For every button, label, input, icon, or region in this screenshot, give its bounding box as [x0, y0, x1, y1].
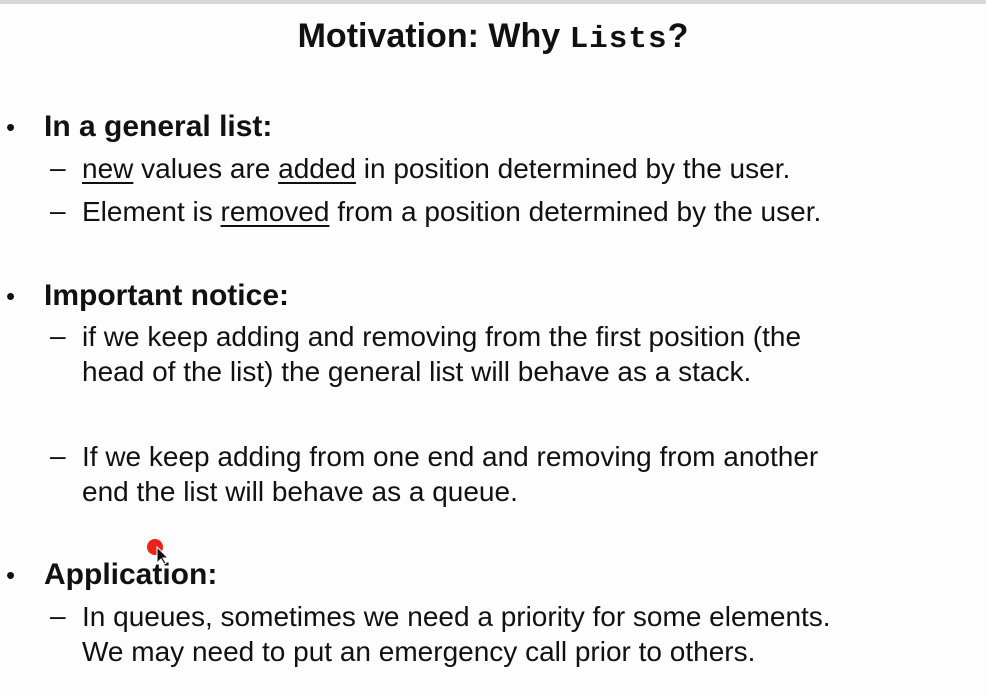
text-segment: from a position determined by the user.: [329, 196, 822, 227]
title-prefix: Motivation: Why: [297, 17, 570, 55]
bullet-marker: •: [6, 560, 16, 590]
sub-item-line: head of the list) the general list will …: [82, 356, 752, 387]
text-segment: Element is: [82, 196, 221, 227]
sub-item-line: end the list will behave as a queue.: [82, 476, 518, 507]
bullet-heading: Important notice:: [44, 279, 289, 312]
text-segment: added: [278, 153, 356, 184]
sub-item-line: new values are added in position determi…: [82, 151, 982, 186]
top-border: [0, 0, 986, 4]
bullet-marker: •: [6, 281, 16, 311]
sub-dash: –: [50, 320, 66, 351]
slide: Motivation: Why Lists? • In a general li…: [0, 0, 986, 695]
mouse-pointer-icon: [147, 539, 170, 564]
text-segment: values are: [133, 153, 279, 184]
sub-item-text: if we keep adding and removing from the …: [82, 319, 982, 389]
sub-dash: –: [50, 440, 66, 471]
bullet-marker: •: [6, 112, 16, 142]
sub-item-line: if we keep adding and removing from the …: [82, 321, 802, 352]
sub-item-line: In queues, sometimes we need a priority …: [82, 601, 831, 632]
title-suffix: ?: [667, 17, 689, 55]
title-code: Lists: [569, 22, 668, 57]
sub-dash: –: [50, 600, 66, 631]
text-segment: removed: [220, 196, 330, 227]
text-segment: in position determined by the user.: [356, 153, 791, 184]
sub-item-line: We may need to put an emergency call pri…: [82, 636, 756, 667]
slide-title: Motivation: Why Lists?: [0, 14, 986, 62]
sub-item-text: new values are added in position determi…: [82, 151, 982, 186]
sub-item-line: If we keep adding from one end and remov…: [82, 441, 819, 472]
bullet-heading: In a general list:: [44, 110, 273, 143]
sub-item-text: Element is removed from a position deter…: [82, 194, 982, 229]
sub-dash: –: [50, 152, 66, 183]
text-segment: new: [82, 153, 134, 184]
sub-item-text: In queues, sometimes we need a priority …: [82, 599, 982, 669]
sub-dash: –: [50, 195, 66, 226]
sub-item-text: If we keep adding from one end and remov…: [82, 439, 982, 509]
sub-item-line: Element is removed from a position deter…: [82, 194, 982, 229]
bullet-heading: Application:: [44, 558, 218, 591]
